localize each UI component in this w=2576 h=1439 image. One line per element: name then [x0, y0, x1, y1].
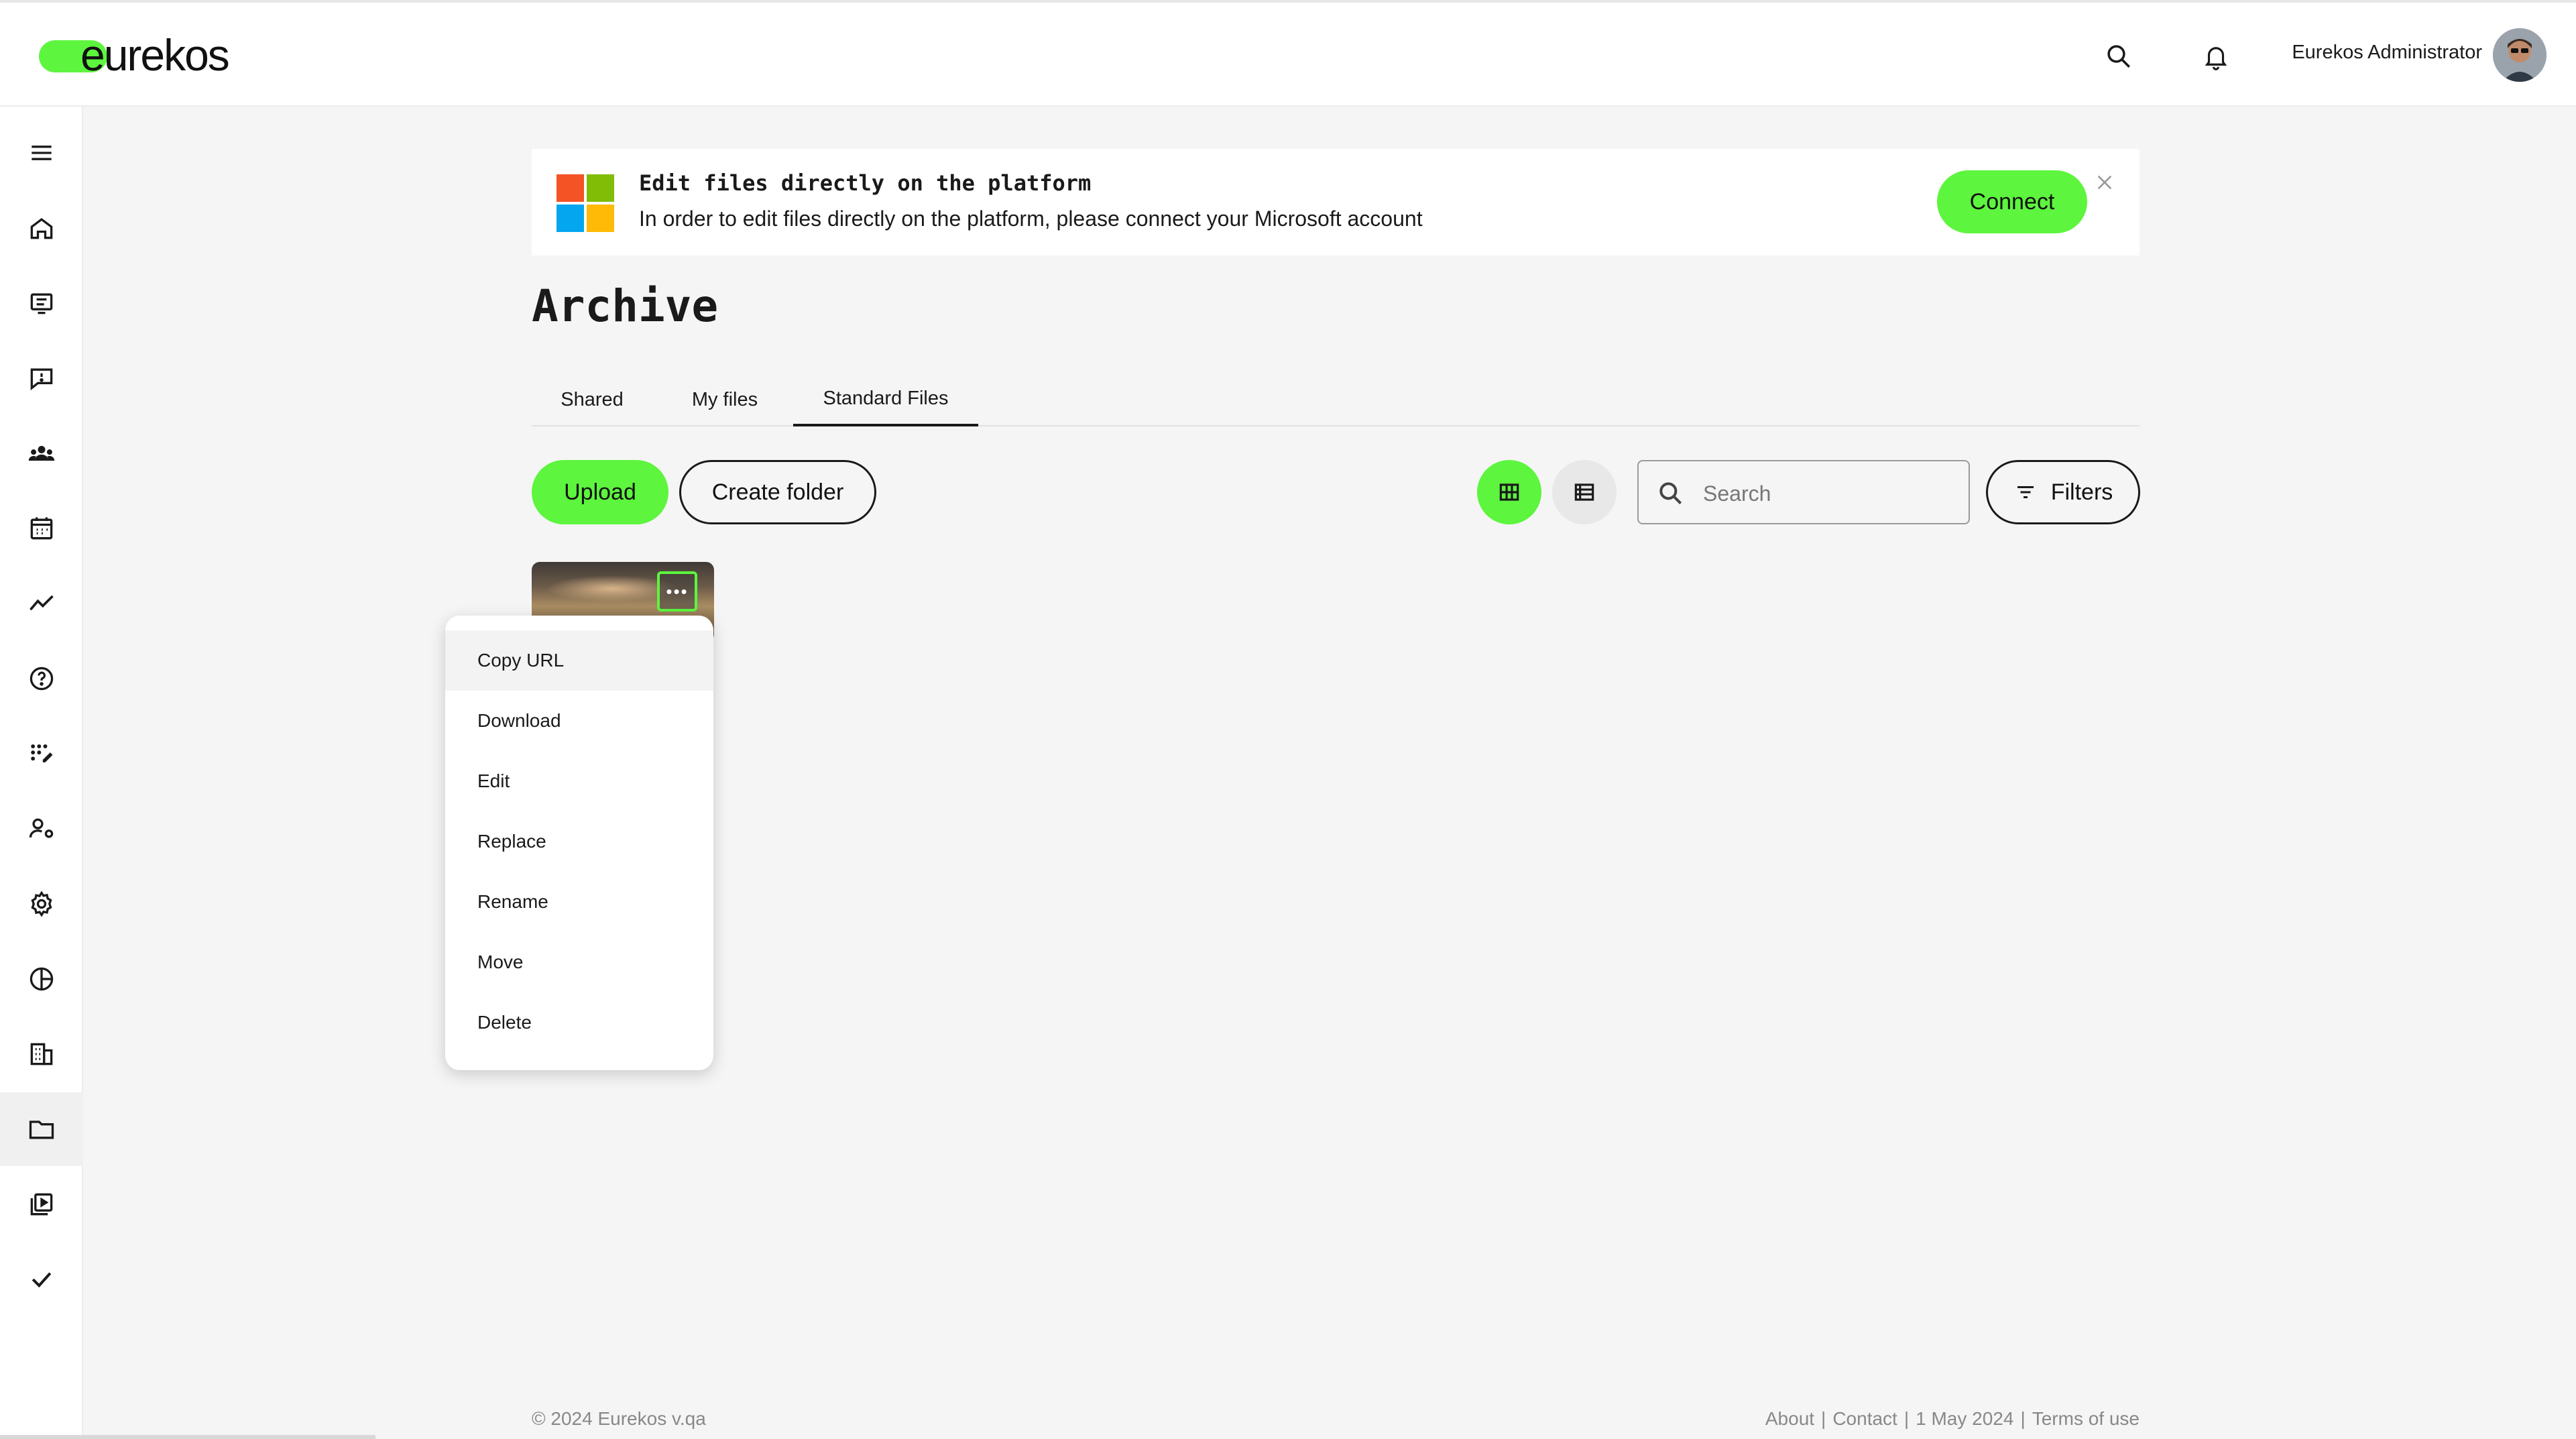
sidebar-item-calendar[interactable]	[0, 492, 83, 565]
footer-link-contact[interactable]: Contact	[1832, 1408, 1897, 1430]
user-avatar[interactable]	[2493, 28, 2546, 82]
top-bar: eurekos Eurekos Administrator	[0, 0, 2576, 107]
search-field[interactable]	[1637, 460, 1970, 524]
media-library-icon	[30, 1193, 53, 1216]
sidebar-item-skills[interactable]	[0, 717, 83, 791]
footer-links: About | Contact | 1 May 2024 | Terms of …	[1765, 1408, 2140, 1430]
grid-view-button[interactable]	[1477, 460, 1541, 524]
checkmark-icon	[32, 1272, 52, 1288]
microsoft-connect-banner: Edit files directly on the platform In o…	[532, 149, 2140, 255]
connect-button[interactable]: Connect	[1937, 170, 2087, 233]
sidebar-item-archive[interactable]	[0, 1092, 83, 1166]
skills-icon	[31, 744, 53, 762]
upload-button[interactable]: Upload	[532, 460, 668, 524]
grid-view-icon	[1499, 483, 1519, 501]
search-input[interactable]	[1703, 476, 1958, 511]
list-view-button[interactable]	[1552, 460, 1617, 524]
menu-item-edit[interactable]: Edit	[445, 751, 713, 811]
user-name[interactable]: Eurekos Administrator	[2292, 42, 2482, 64]
footer-link-terms[interactable]: Terms of use	[2032, 1408, 2140, 1430]
sidebar-item-feedback[interactable]	[0, 341, 83, 415]
sidebar-item-tasks[interactable]	[0, 1243, 83, 1316]
tab-my-files[interactable]: My files	[659, 373, 791, 426]
feedback-icon	[30, 368, 53, 391]
footer-link-about[interactable]: About	[1765, 1408, 1814, 1430]
banner-text: In order to edit files directly on the p…	[639, 207, 1423, 231]
filters-label: Filters	[2050, 479, 2113, 505]
menu-icon	[32, 146, 52, 160]
calendar-icon	[30, 517, 53, 540]
archive-tabs: Shared My files Standard Files	[532, 373, 2140, 426]
sidebar-item-media[interactable]	[0, 1167, 83, 1241]
tab-shared[interactable]: Shared	[532, 373, 652, 426]
sidebar-menu-toggle[interactable]	[0, 116, 83, 190]
sidebar-item-home[interactable]	[0, 191, 83, 265]
organization-icon	[30, 1043, 53, 1066]
footer-separator: |	[2020, 1408, 2026, 1429]
file-context-menu: Copy URL Download Edit Replace Rename Mo…	[445, 616, 713, 1070]
menu-item-replace[interactable]: Replace	[445, 811, 713, 872]
sidebar-item-analytics[interactable]	[0, 567, 83, 640]
list-view-icon	[1574, 483, 1594, 501]
menu-item-delete[interactable]: Delete	[445, 992, 713, 1053]
sidebar-item-user-settings[interactable]	[0, 792, 83, 866]
footer-separator: |	[1821, 1408, 1826, 1429]
bottom-divider	[0, 1435, 375, 1439]
footer-separator: |	[1904, 1408, 1910, 1429]
sidebar-item-help[interactable]	[0, 642, 83, 715]
sidebar	[0, 107, 83, 1439]
menu-item-move[interactable]: Move	[445, 932, 713, 992]
sidebar-item-groups[interactable]	[0, 416, 83, 490]
create-folder-button[interactable]: Create folder	[679, 460, 876, 524]
home-icon	[30, 218, 53, 239]
courses-icon	[30, 293, 53, 314]
menu-item-rename[interactable]: Rename	[445, 872, 713, 932]
tab-standard-files[interactable]: Standard Files	[793, 373, 978, 426]
sidebar-item-settings[interactable]	[0, 867, 83, 941]
banner-title: Edit files directly on the platform	[639, 170, 1092, 196]
help-icon	[30, 667, 54, 691]
eurekos-logo[interactable]: eurekos	[39, 32, 230, 78]
search-icon[interactable]	[2099, 36, 2139, 76]
close-icon[interactable]	[2091, 169, 2118, 196]
settings-gear-icon	[31, 890, 52, 917]
footer-copyright: © 2024 Eurekos v.qa	[532, 1408, 706, 1429]
sidebar-item-reports[interactable]	[0, 942, 83, 1016]
more-options-icon[interactable]: •••	[657, 571, 697, 612]
logo-text: eurekos	[80, 30, 230, 80]
menu-item-copy-url[interactable]: Copy URL	[445, 630, 713, 691]
menu-item-download[interactable]: Download	[445, 691, 713, 751]
analytics-icon	[30, 595, 54, 611]
sidebar-item-organization[interactable]	[0, 1017, 83, 1091]
sidebar-item-courses[interactable]	[0, 266, 83, 340]
filter-icon	[2017, 486, 2034, 498]
filters-button[interactable]: Filters	[1986, 460, 2140, 524]
folder-icon	[29, 1120, 54, 1139]
page-title: Archive	[532, 280, 719, 332]
notification-bell-icon[interactable]	[2196, 36, 2236, 76]
user-settings-icon	[29, 818, 54, 838]
groups-icon	[28, 446, 55, 461]
search-icon	[1659, 482, 1682, 505]
reports-pie-icon	[30, 967, 54, 991]
microsoft-logo-icon	[557, 174, 614, 232]
footer-date: 1 May 2024	[1916, 1408, 2014, 1429]
